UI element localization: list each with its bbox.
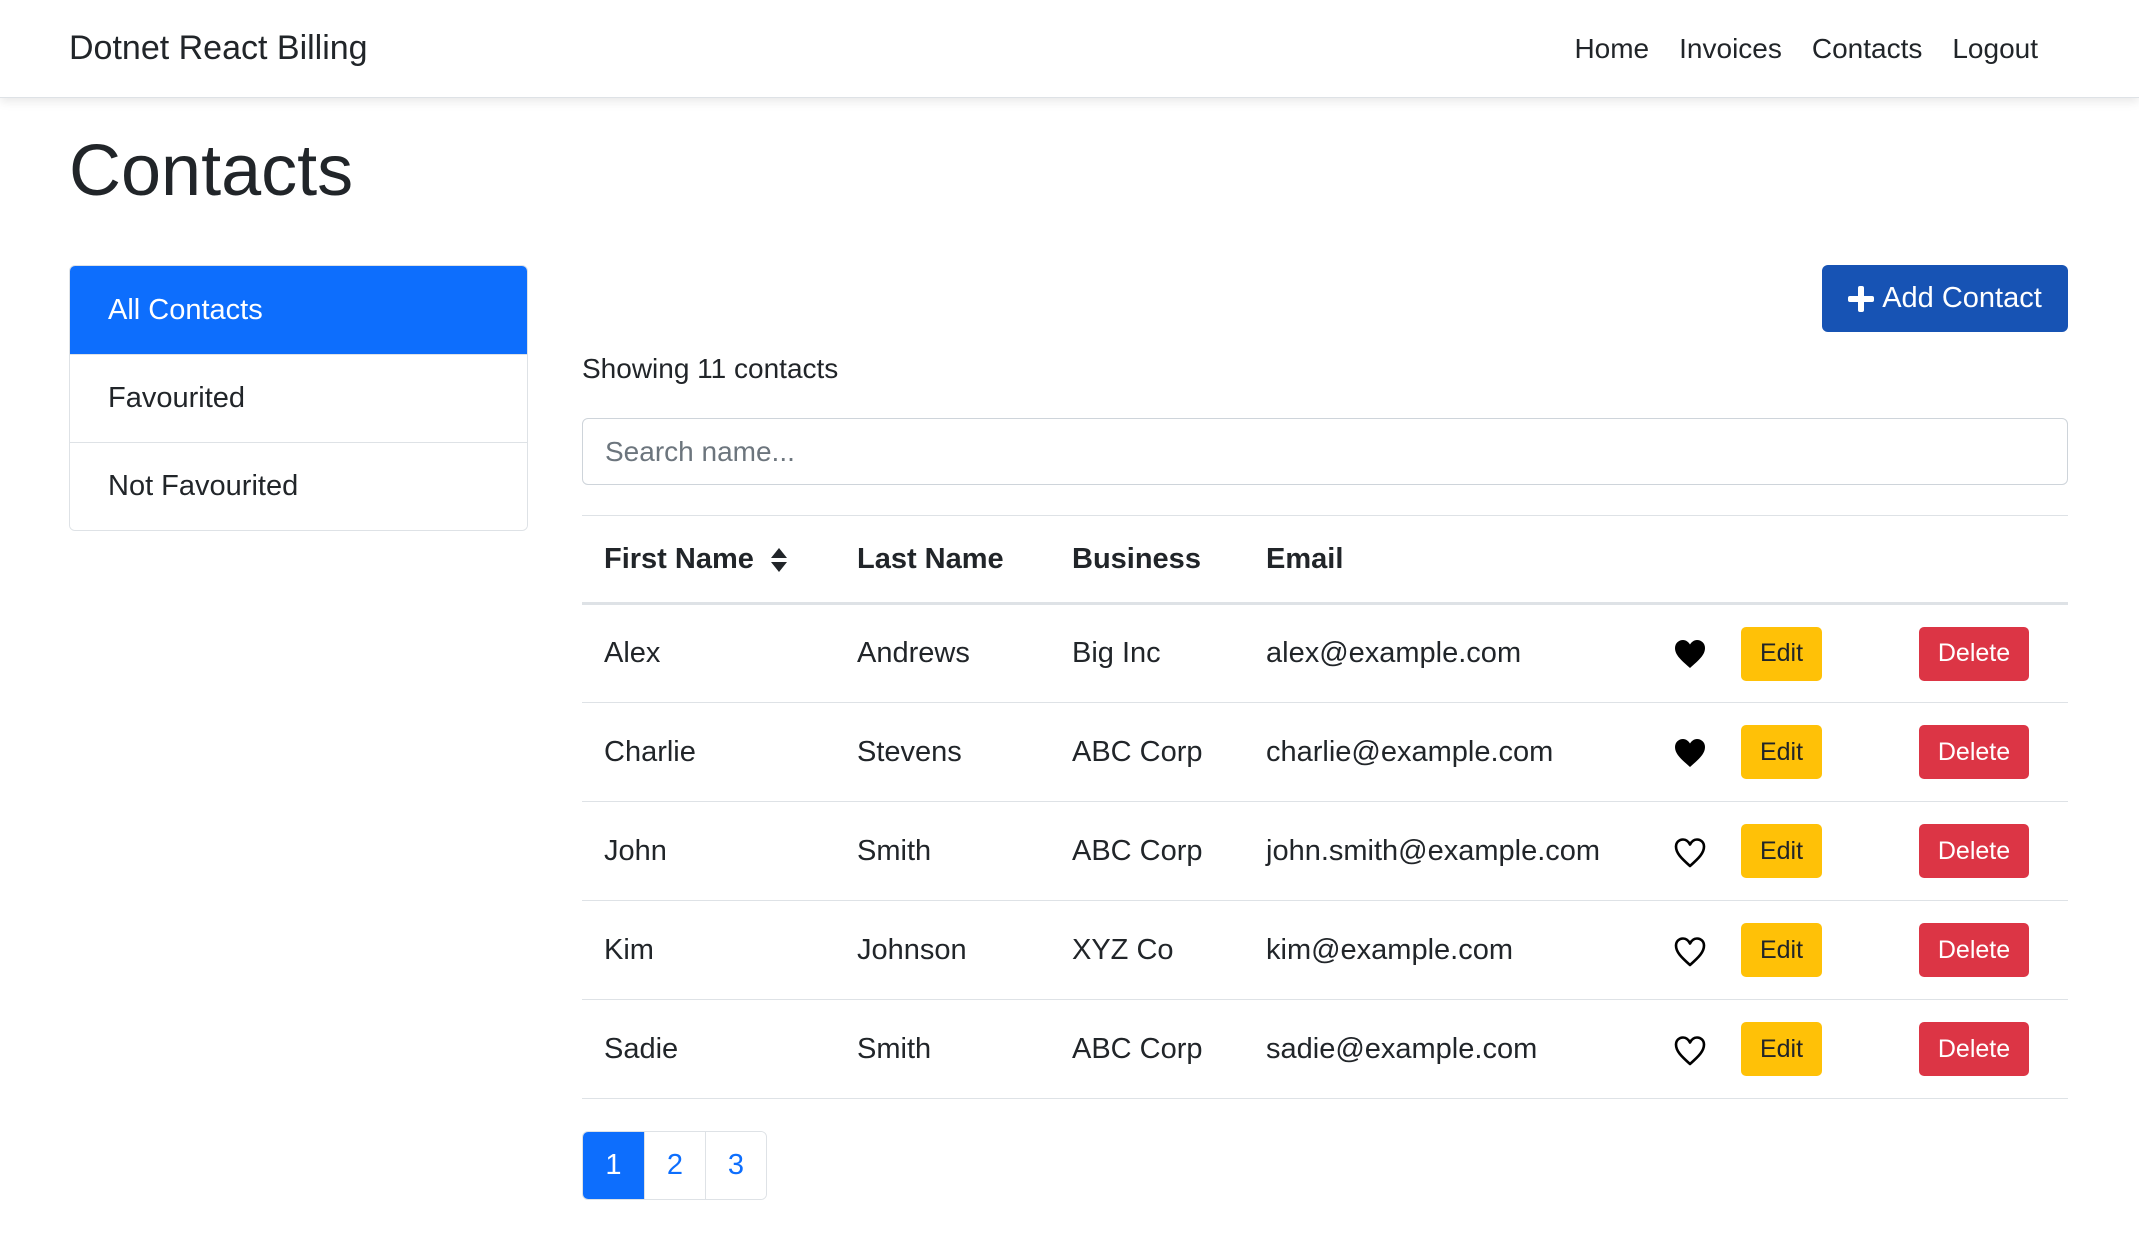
cell-first-name: Kim xyxy=(582,900,835,1000)
cell-delete: Delete xyxy=(1879,801,2068,901)
page-3-button[interactable]: 3 xyxy=(705,1132,766,1199)
th-delete xyxy=(1879,515,2068,605)
filter-not-favourited[interactable]: Not Favourited xyxy=(70,442,527,530)
th-first-name[interactable]: First Name xyxy=(582,515,835,605)
nav-link-logout[interactable]: Logout xyxy=(1937,33,2053,65)
cell-favourite xyxy=(1638,702,1741,802)
edit-button[interactable]: Edit xyxy=(1741,824,1822,878)
cell-edit: Edit xyxy=(1741,603,1879,703)
table-row: John Smith ABC Corp john.smith@example.com E… xyxy=(582,801,2068,901)
add-contact-label: Add Contact xyxy=(1882,282,2042,314)
cell-first-name: Sadie xyxy=(582,999,835,1099)
contact-count: Showing 11 contacts xyxy=(582,353,839,384)
cell-delete: Delete xyxy=(1879,900,2068,1000)
edit-button[interactable]: Edit xyxy=(1741,1022,1822,1076)
contacts-table-body: Alex Andrews Big Inc alex@example.com Edit De… xyxy=(582,603,2068,1099)
nav-link-invoices[interactable]: Invoices xyxy=(1664,33,1797,65)
cell-first-name: John xyxy=(582,801,835,901)
filter-all-contacts[interactable]: All Contacts xyxy=(70,266,527,354)
cell-business: Big Inc xyxy=(1050,603,1244,703)
contacts-table: First Name Last Name Business Email Alex… xyxy=(582,515,2068,1099)
filter-favourited[interactable]: Favourited xyxy=(70,354,527,442)
cell-delete: Delete xyxy=(1879,999,2068,1099)
page-2-button[interactable]: 2 xyxy=(644,1132,705,1199)
th-email: Email xyxy=(1244,515,1638,605)
table-row: Sadie Smith ABC Corp sadie@example.com Edit D… xyxy=(582,999,2068,1099)
cell-business: ABC Corp xyxy=(1050,702,1244,802)
th-first-name-label: First Name xyxy=(604,542,754,575)
cell-favourite xyxy=(1638,603,1741,703)
cell-email: sadie@example.com xyxy=(1244,999,1638,1099)
pagination: 1 2 3 xyxy=(582,1131,767,1200)
heart-outline-icon[interactable] xyxy=(1673,836,1707,868)
th-edit xyxy=(1741,515,1879,605)
cell-last-name: Andrews xyxy=(835,603,1050,703)
cell-business: ABC Corp xyxy=(1050,999,1244,1099)
table-header-row: First Name Last Name Business Email xyxy=(582,515,2068,605)
heart-filled-icon[interactable] xyxy=(1673,737,1707,769)
contact-filter-list: All Contacts Favourited Not Favourited xyxy=(69,265,528,531)
delete-button[interactable]: Delete xyxy=(1919,824,2029,878)
cell-first-name: Charlie xyxy=(582,702,835,802)
cell-delete: Delete xyxy=(1879,702,2068,802)
delete-button[interactable]: Delete xyxy=(1919,725,2029,779)
navbar: Dotnet React Billing Home Invoices Conta… xyxy=(0,0,2139,98)
cell-edit: Edit xyxy=(1741,999,1879,1099)
heart-outline-icon[interactable] xyxy=(1673,935,1707,967)
cell-favourite xyxy=(1638,801,1741,901)
brand[interactable]: Dotnet React Billing xyxy=(69,29,368,68)
cell-email: charlie@example.com xyxy=(1244,702,1638,802)
page-title: Contacts xyxy=(69,131,354,211)
search-input[interactable] xyxy=(582,418,2068,485)
th-business: Business xyxy=(1050,515,1244,605)
cell-email: kim@example.com xyxy=(1244,900,1638,1000)
heart-filled-icon[interactable] xyxy=(1673,638,1707,670)
nav-links: Home Invoices Contacts Logout xyxy=(1559,33,2053,65)
cell-last-name: Stevens xyxy=(835,702,1050,802)
cell-business: XYZ Co xyxy=(1050,900,1244,1000)
th-last-name: Last Name xyxy=(835,515,1050,605)
table-row: Alex Andrews Big Inc alex@example.com Edit De… xyxy=(582,603,2068,703)
cell-edit: Edit xyxy=(1741,801,1879,901)
cell-last-name: Smith xyxy=(835,801,1050,901)
th-favourite xyxy=(1638,515,1741,605)
cell-edit: Edit xyxy=(1741,702,1879,802)
nav-link-contacts[interactable]: Contacts xyxy=(1797,33,1938,65)
cell-last-name: Johnson xyxy=(835,900,1050,1000)
edit-button[interactable]: Edit xyxy=(1741,923,1822,977)
cell-first-name: Alex xyxy=(582,603,835,703)
cell-favourite xyxy=(1638,999,1741,1099)
delete-button[interactable]: Delete xyxy=(1919,626,2029,681)
delete-button[interactable]: Delete xyxy=(1919,923,2029,977)
cell-email: john.smith@example.com xyxy=(1244,801,1638,901)
plus-icon xyxy=(1848,285,1875,312)
table-row: Kim Johnson XYZ Co kim@example.com Edit Delet… xyxy=(582,900,2068,1000)
cell-edit: Edit xyxy=(1741,900,1879,1000)
cell-email: alex@example.com xyxy=(1244,603,1638,703)
cell-last-name: Smith xyxy=(835,999,1050,1099)
contacts-table-wrap: First Name Last Name Business Email Alex… xyxy=(582,515,2068,1099)
cell-favourite xyxy=(1638,900,1741,1000)
delete-button[interactable]: Delete xyxy=(1919,1022,2029,1076)
add-contact-button[interactable]: Add Contact xyxy=(1822,265,2068,332)
cell-delete: Delete xyxy=(1879,603,2068,703)
edit-button[interactable]: Edit xyxy=(1741,725,1822,779)
page-1-button[interactable]: 1 xyxy=(583,1132,644,1199)
cell-business: ABC Corp xyxy=(1050,801,1244,901)
edit-button[interactable]: Edit xyxy=(1741,626,1822,681)
heart-outline-icon[interactable] xyxy=(1673,1034,1707,1066)
nav-link-home[interactable]: Home xyxy=(1559,33,1664,65)
sort-icon xyxy=(770,547,787,572)
table-row: Charlie Stevens ABC Corp charlie@example.co… xyxy=(582,702,2068,802)
